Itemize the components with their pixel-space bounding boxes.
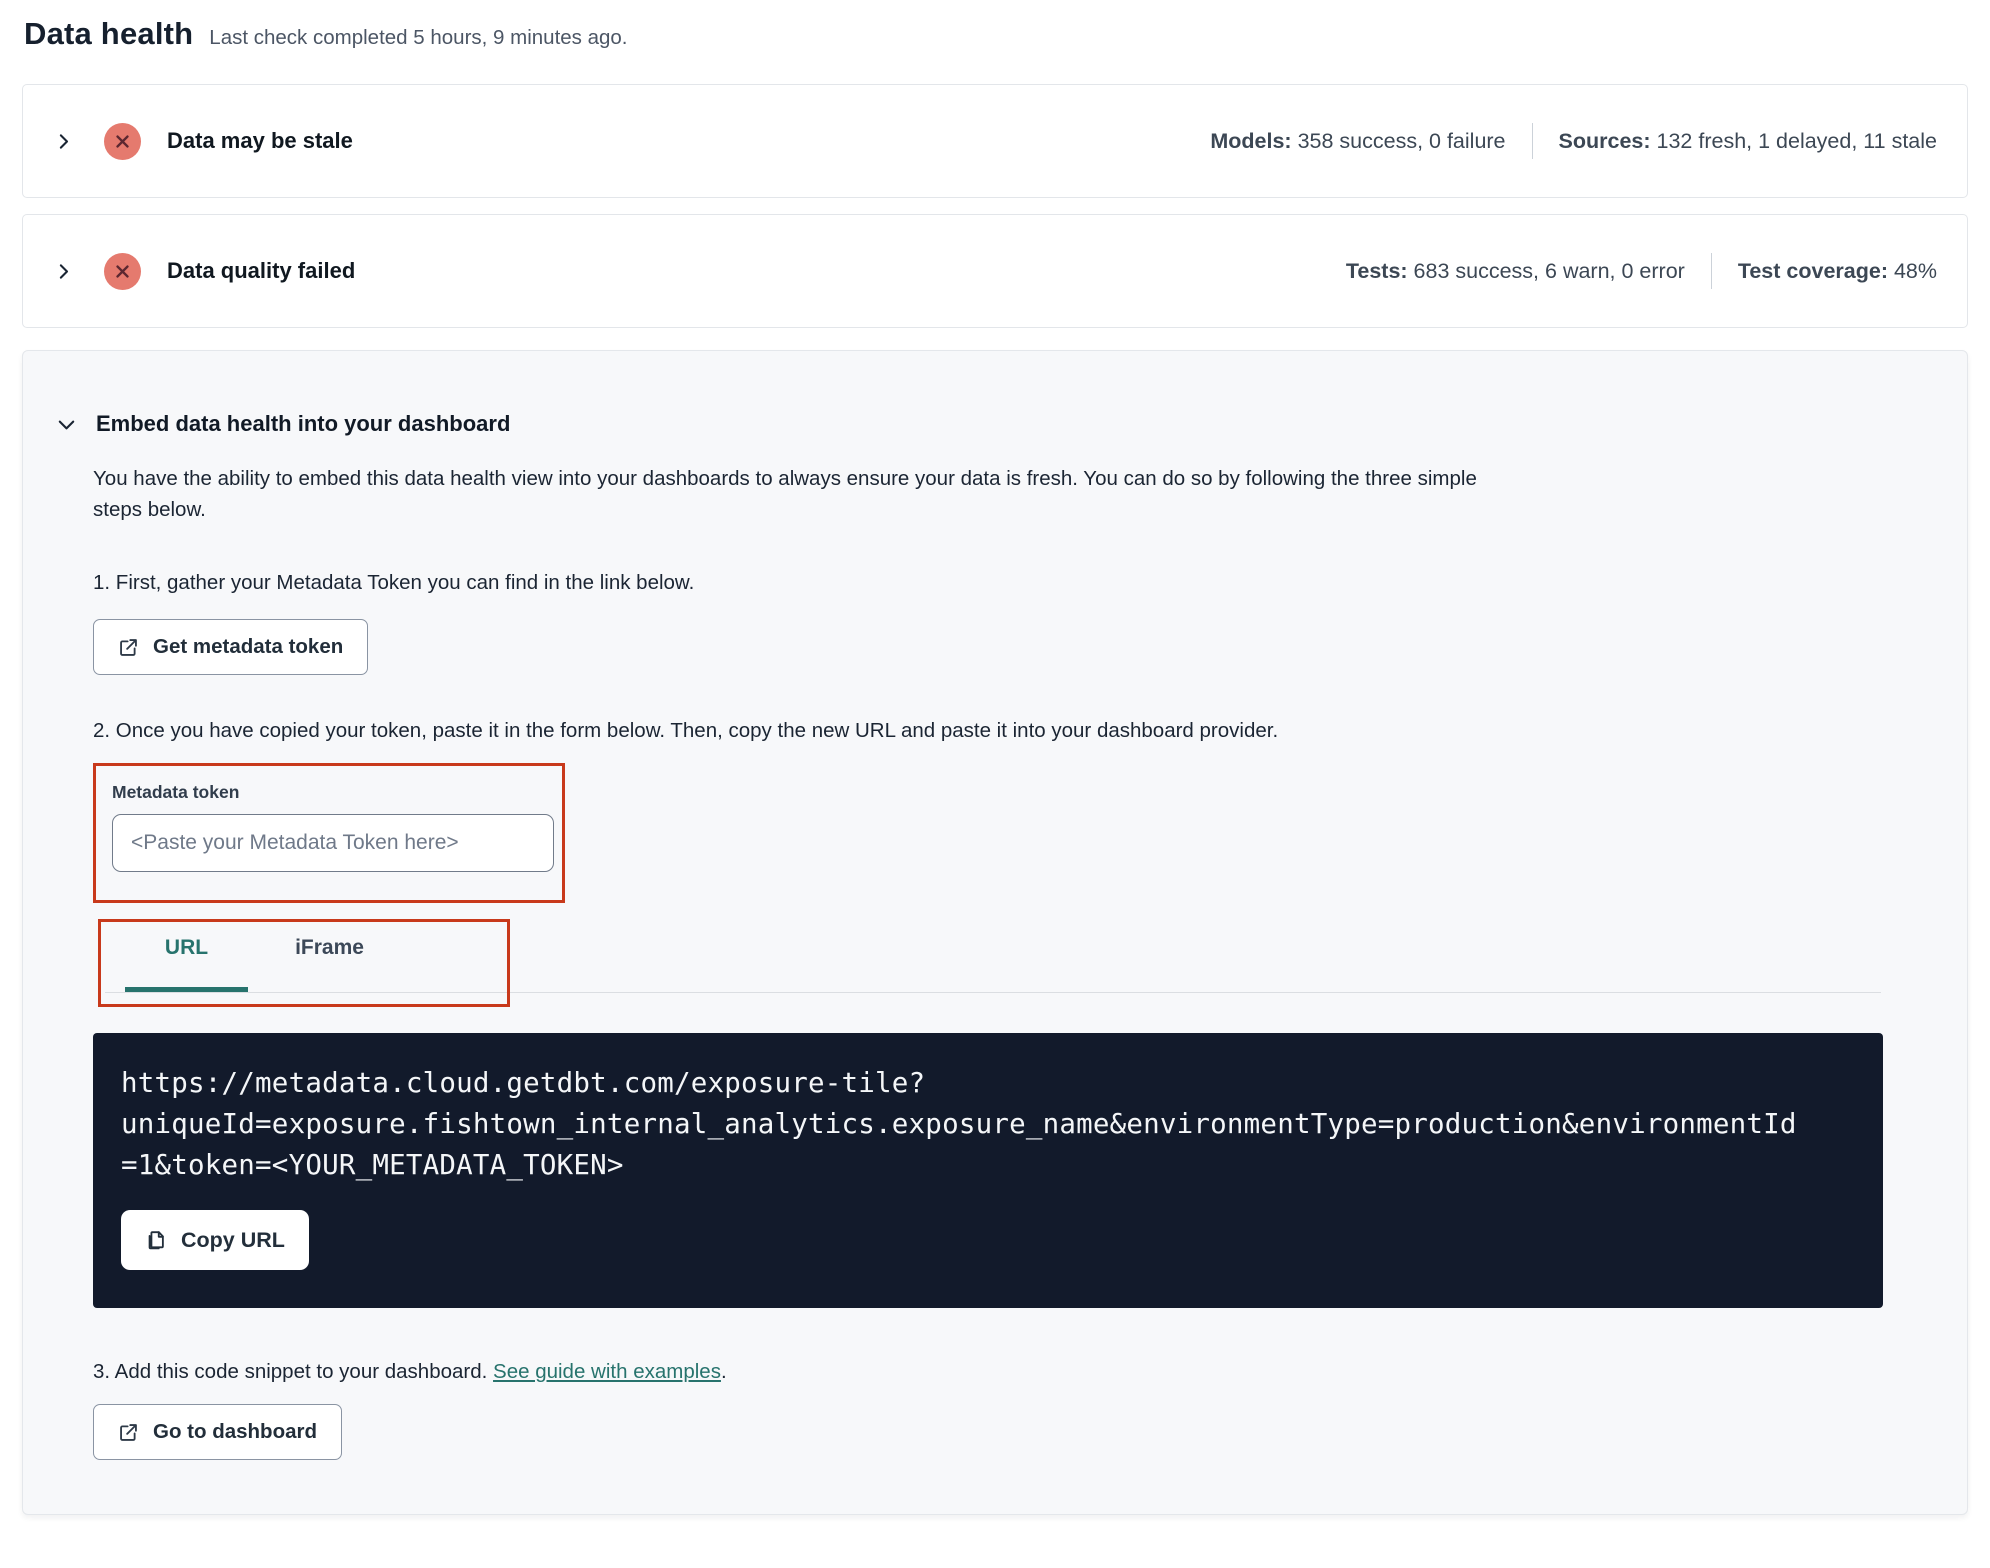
sources-stat-value: 132 fresh, 1 delayed, 11 stale: [1650, 128, 1938, 153]
metadata-token-input[interactable]: [112, 814, 554, 872]
code-line: =1&token=<YOUR_METADATA_TOKEN>: [121, 1149, 624, 1181]
go-to-dashboard-label: Go to dashboard: [153, 1420, 317, 1443]
tab-url[interactable]: URL: [125, 935, 248, 992]
step3-text-before: 3. Add this code snippet to your dashboa…: [93, 1360, 494, 1383]
copy-url-label: Copy URL: [181, 1227, 285, 1252]
page-header: Data health Last check completed 5 hours…: [22, 16, 1968, 52]
get-metadata-token-label: Get metadata token: [153, 635, 344, 658]
error-status-icon: [104, 252, 141, 290]
go-to-dashboard-button[interactable]: Go to dashboard: [93, 1404, 342, 1460]
tests-stat: Tests: 683 success, 6 warn, 0 error: [1346, 259, 1685, 284]
step1-text: 1. First, gather your Metadata Token you…: [93, 571, 695, 594]
code-line: uniqueId=exposure.fishtown_internal_anal…: [121, 1108, 1797, 1140]
step3-text-after: .: [720, 1360, 727, 1383]
coverage-stat-value: 48%: [1887, 258, 1937, 283]
step3-text: 3. Add this code snippet to your dashboa…: [93, 1360, 1897, 1384]
data-quality-card: Data quality failed Tests: 683 success, …: [22, 214, 1968, 328]
token-field-label: Metadata token: [112, 782, 240, 802]
sources-stat: Sources: 132 fresh, 1 delayed, 11 stale: [1559, 129, 1937, 154]
external-link-icon: [118, 637, 139, 658]
tests-stat-label: Tests:: [1345, 258, 1408, 283]
chevron-right-icon[interactable]: [53, 261, 74, 282]
tests-stat-value: 683 success, 6 warn, 0 error: [1407, 258, 1685, 283]
stat-divider: [1710, 253, 1712, 289]
get-metadata-token-button[interactable]: Get metadata token: [93, 619, 369, 675]
error-status-icon: [104, 122, 141, 160]
stale-data-card: Data may be stale Models: 358 success, 0…: [22, 84, 1968, 198]
copy-icon: [145, 1229, 167, 1251]
stat-divider: [1531, 123, 1533, 159]
output-tabs-region: URL iFrame: [93, 915, 1897, 1009]
quality-card-header[interactable]: Data quality failed Tests: 683 success, …: [23, 215, 1967, 327]
code-line: https://metadata.cloud.getdbt.com/exposu…: [121, 1067, 926, 1099]
embed-panel-title: Embed data health into your dashboard: [96, 411, 511, 436]
output-tabs: URL iFrame: [125, 935, 391, 992]
stale-card-title: Data may be stale: [167, 128, 353, 153]
models-stat-value: 358 success, 0 failure: [1291, 128, 1506, 153]
token-annotation-box: Metadata token: [93, 763, 565, 903]
embed-description: You have the ability to embed this data …: [93, 467, 1477, 521]
copy-url-button[interactable]: Copy URL: [121, 1210, 309, 1270]
embed-panel-header[interactable]: Embed data health into your dashboard: [55, 411, 1897, 437]
data-health-page: Data health Last check completed 5 hours…: [0, 0, 1990, 1568]
chevron-down-icon[interactable]: [55, 413, 78, 436]
step2-text: 2. Once you have copied your token, past…: [93, 719, 1279, 742]
chevron-right-icon[interactable]: [53, 131, 74, 152]
stale-card-stats: Models: 358 success, 0 failure Sources: …: [1210, 123, 1937, 159]
coverage-stat: Test coverage: 48%: [1738, 259, 1937, 284]
quality-card-title: Data quality failed: [167, 258, 356, 283]
quality-card-stats: Tests: 683 success, 6 warn, 0 error Test…: [1346, 253, 1937, 289]
stale-card-header[interactable]: Data may be stale Models: 358 success, 0…: [23, 85, 1967, 197]
models-stat: Models: 358 success, 0 failure: [1210, 129, 1505, 154]
embed-panel: Embed data health into your dashboard Yo…: [22, 350, 1968, 1515]
sources-stat-label: Sources:: [1558, 128, 1651, 153]
last-check-status: Last check completed 5 hours, 9 minutes …: [209, 26, 628, 49]
models-stat-label: Models:: [1210, 128, 1292, 153]
external-link-icon: [118, 1422, 139, 1443]
tab-iframe[interactable]: iFrame: [268, 935, 391, 992]
coverage-stat-label: Test coverage:: [1737, 258, 1888, 283]
page-title: Data health: [24, 16, 194, 51]
guide-link[interactable]: See guide with examples: [493, 1360, 721, 1383]
embed-url-code-block: https://metadata.cloud.getdbt.com/exposu…: [93, 1033, 1883, 1308]
